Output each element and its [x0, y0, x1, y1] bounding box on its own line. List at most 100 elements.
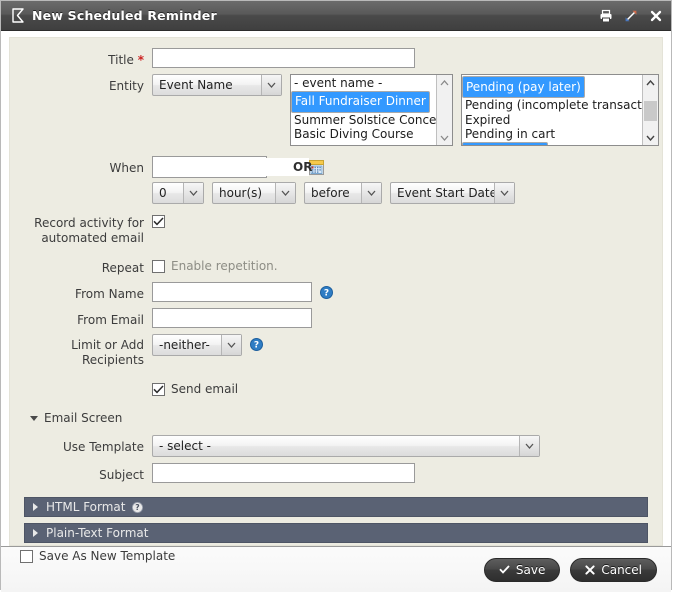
accordion-plain-text-format-label: Plain-Text Format — [46, 526, 148, 540]
send-email-spacer — [10, 380, 152, 384]
offset-relation-value: before — [305, 186, 361, 200]
required-marker: * — [138, 53, 144, 67]
accordion-html-format-label: HTML Format — [46, 500, 126, 514]
subject-input[interactable] — [152, 463, 415, 483]
save-as-new-template-row: Save As New Template — [20, 549, 662, 564]
entity-listbox-items: - event name - Fall Fundraiser Dinner Su… — [291, 75, 436, 145]
save-as-new-template-label: Save As New Template — [39, 549, 175, 564]
chevron-down-icon — [494, 183, 514, 203]
list-item[interactable]: Fall Fundraiser Dinner — [291, 91, 430, 113]
list-item[interactable]: - event name - — [291, 76, 436, 91]
entity-label: Entity — [10, 74, 152, 94]
field-row-send-email: Send email — [10, 380, 662, 397]
email-screen-body: Use Template - select - Subject — [24, 425, 648, 483]
use-template-label: Use Template — [24, 435, 152, 455]
chevron-down-icon[interactable] — [30, 416, 38, 421]
when-date-field[interactable] — [152, 156, 267, 178]
email-screen-legend[interactable]: Email Screen — [24, 411, 648, 425]
accordion-html-format[interactable]: HTML Format ? — [24, 497, 648, 517]
offset-unit-value: hour(s) — [213, 186, 275, 200]
field-row-use-template: Use Template - select - — [24, 435, 648, 457]
svg-text:?: ? — [254, 341, 259, 351]
cancel-button-label: Cancel — [601, 563, 642, 577]
offset-unit-select[interactable]: hour(s) — [212, 182, 296, 204]
repeat-checkbox[interactable] — [152, 260, 165, 273]
scroll-up-icon[interactable] — [643, 75, 658, 90]
entity-listbox[interactable]: - event name - Fall Fundraiser Dinner Su… — [290, 74, 453, 146]
use-template-value: - select - — [153, 439, 519, 453]
recipients-label: Limit or Add Recipients — [10, 334, 152, 368]
recipients-select[interactable]: -neither- — [152, 334, 242, 356]
offset-spacer — [10, 182, 152, 186]
dialog-body: Title * Entity Event Name — [1, 31, 671, 546]
help-icon[interactable]: ? — [320, 286, 333, 299]
repeat-label: Repeat — [10, 256, 152, 276]
from-name-input[interactable] — [152, 282, 312, 302]
save-button-label: Save — [516, 563, 545, 577]
scrollbar-thumb[interactable] — [644, 101, 657, 121]
use-template-select[interactable]: - select - — [152, 435, 540, 457]
field-row-from-name: From Name ? — [10, 282, 662, 302]
help-icon[interactable]: ? — [132, 502, 143, 513]
chevron-down-icon — [361, 183, 381, 203]
from-email-label: From Email — [10, 308, 152, 328]
svg-text:?: ? — [324, 289, 329, 299]
chevron-right-icon — [33, 529, 38, 537]
status-listbox-items: Pending (pay later) Pending (incomplete … — [462, 75, 642, 145]
check-icon — [499, 565, 510, 574]
list-item[interactable]: Expired — [462, 113, 642, 128]
print-icon[interactable] — [599, 9, 613, 23]
offset-anchor-value: Event Start Date — [391, 186, 494, 200]
entity-type-select[interactable]: Event Name — [152, 74, 282, 96]
offset-relation-select[interactable]: before — [304, 182, 382, 204]
title-label: Title * — [10, 48, 152, 68]
send-email-label: Send email — [171, 382, 238, 397]
when-date-input[interactable] — [153, 158, 309, 176]
offset-number-select[interactable]: 0 — [152, 182, 204, 204]
chevron-down-icon — [519, 436, 539, 456]
list-item[interactable]: Basic Diving Course — [291, 127, 436, 142]
email-screen-legend-text: Email Screen — [44, 411, 129, 425]
list-item[interactable]: Partially paid — [462, 142, 548, 145]
send-email-checkbox[interactable] — [152, 383, 165, 396]
close-icon[interactable] — [649, 9, 663, 23]
scroll-down-icon[interactable] — [437, 130, 452, 145]
save-as-new-template-checkbox[interactable] — [20, 550, 33, 563]
list-item[interactable]: Pending (pay later) — [462, 76, 585, 98]
list-item[interactable]: Summer Solstice Concert — [291, 113, 436, 128]
scroll-up-icon[interactable] — [437, 75, 452, 90]
svg-text:?: ? — [135, 503, 139, 512]
dialog-titlebar: New Scheduled Reminder — [1, 1, 671, 31]
chevron-down-icon — [183, 183, 203, 203]
field-row-title: Title * — [10, 48, 662, 68]
record-activity-label-line2: automated email — [10, 231, 144, 246]
offset-anchor-select[interactable]: Event Start Date — [390, 182, 515, 204]
entity-listbox-scrollbar[interactable] — [436, 75, 452, 145]
recipients-label-line2: Recipients — [10, 353, 144, 368]
email-screen-section: Email Screen Use Template - select - — [24, 411, 648, 483]
accordion-plain-text-format[interactable]: Plain-Text Format — [24, 523, 648, 543]
recipients-value: -neither- — [153, 338, 221, 352]
flag-icon — [11, 8, 25, 23]
status-listbox-scrollbar[interactable] — [642, 75, 658, 145]
scroll-down-icon[interactable] — [643, 130, 658, 145]
field-row-repeat: Repeat Enable repetition. — [10, 256, 662, 276]
chevron-down-icon — [261, 75, 281, 95]
recipients-label-line1: Limit or Add — [10, 338, 144, 353]
status-listbox[interactable]: Pending (pay later) Pending (incomplete … — [461, 74, 659, 146]
field-row-from-email: From Email — [10, 308, 662, 328]
chevron-right-icon — [33, 503, 38, 511]
list-item[interactable]: Pending (incomplete transaction) — [462, 98, 642, 113]
from-email-input[interactable] — [152, 308, 312, 328]
field-row-recipients: Limit or Add Recipients -neither- ? — [10, 334, 662, 368]
record-activity-label: Record activity for automated email — [10, 212, 152, 246]
chevron-down-icon — [275, 183, 295, 203]
help-icon[interactable]: ? — [250, 338, 263, 351]
field-row-record-activity: Record activity for automated email — [10, 212, 662, 246]
expand-icon[interactable] — [624, 9, 638, 23]
list-item[interactable]: Pending in cart — [462, 127, 642, 142]
close-icon — [585, 565, 595, 575]
record-activity-label-line1: Record activity for — [10, 216, 144, 231]
record-activity-checkbox[interactable] — [152, 215, 165, 228]
title-input[interactable] — [152, 48, 415, 68]
